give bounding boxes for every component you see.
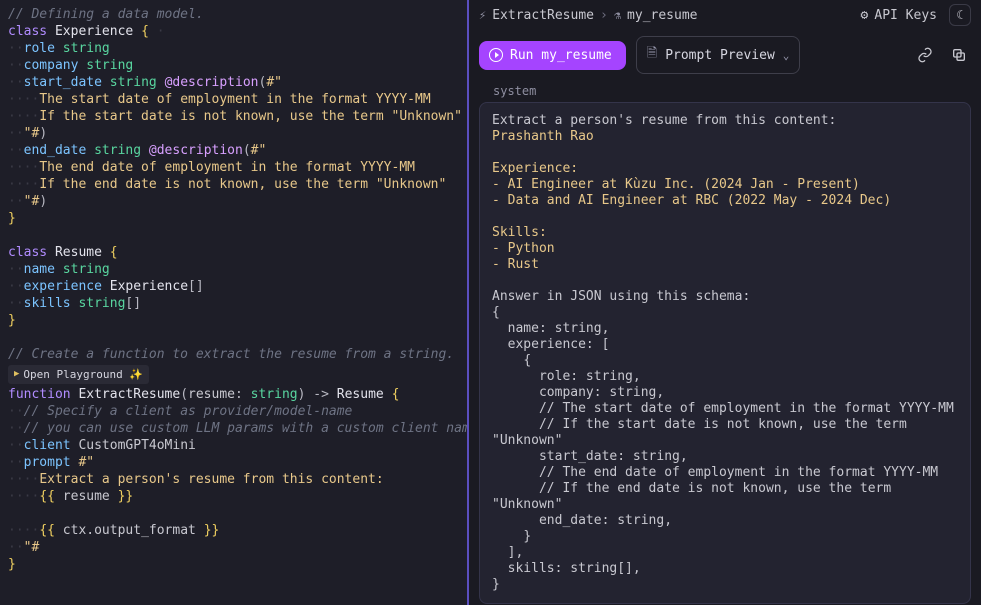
- link-icon-button[interactable]: [913, 43, 937, 67]
- breadcrumb: ⚡ ExtractResume › ⚗ my_resume ⚙ API Keys…: [469, 0, 981, 32]
- prompt-preview-panel: system Extract a person's resume from th…: [469, 84, 981, 605]
- system-prompt-text: Extract a person's resume from this cont…: [492, 113, 958, 593]
- moon-icon: ☾: [956, 8, 963, 22]
- api-keys-label: API Keys: [874, 8, 937, 23]
- play-icon: [489, 48, 503, 62]
- chevron-down-icon: ⌄: [783, 49, 790, 62]
- api-keys-button[interactable]: ⚙ API Keys: [861, 8, 937, 23]
- breadcrumb-root[interactable]: ExtractResume: [492, 8, 594, 23]
- run-button[interactable]: Run my_resume: [479, 41, 626, 70]
- document-icon: 🗎: [647, 44, 657, 66]
- code-editor-pane[interactable]: // Defining a data model. class Experien…: [0, 0, 469, 605]
- code-content[interactable]: // Defining a data model. class Experien…: [8, 6, 459, 573]
- link-icon: [917, 47, 933, 63]
- play-icon: ▶: [14, 366, 19, 383]
- gear-icon: ⚙: [861, 8, 869, 23]
- open-playground-chip[interactable]: ▶Open Playground ✨: [8, 365, 149, 384]
- theme-toggle-button[interactable]: ☾: [949, 4, 971, 26]
- copy-icon: [951, 47, 967, 63]
- prompt-preview-dropdown[interactable]: 🗎 Prompt Preview ⌄: [636, 36, 801, 74]
- toolbar: Run my_resume 🗎 Prompt Preview ⌄: [469, 32, 981, 84]
- prompt-preview-label: Prompt Preview: [665, 48, 775, 63]
- open-playground-label: Open Playground ✨: [23, 366, 143, 383]
- function-icon: ⚡: [479, 8, 486, 22]
- run-button-label: Run my_resume: [510, 48, 612, 63]
- preview-pane: ⚡ ExtractResume › ⚗ my_resume ⚙ API Keys…: [469, 0, 981, 605]
- chevron-right-icon: ›: [600, 8, 608, 23]
- system-label: system: [493, 84, 971, 98]
- copy-icon-button[interactable]: [947, 43, 971, 67]
- breadcrumb-leaf[interactable]: my_resume: [627, 8, 697, 23]
- flask-icon: ⚗: [614, 8, 621, 22]
- system-prompt-card: Extract a person's resume from this cont…: [479, 102, 971, 604]
